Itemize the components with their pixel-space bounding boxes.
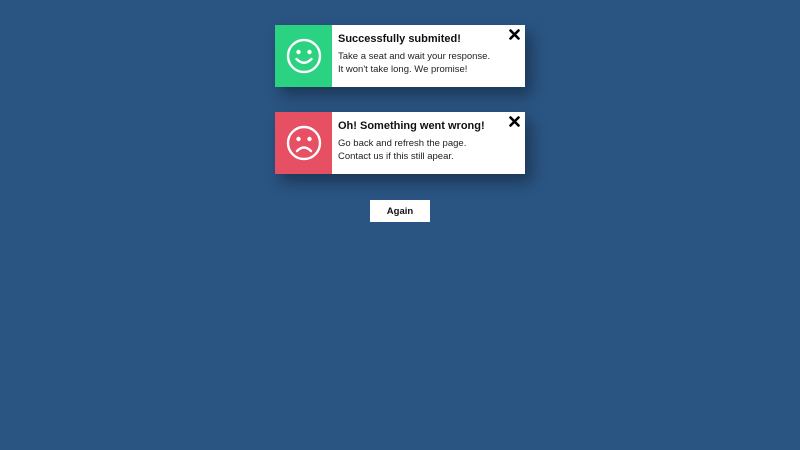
- success-toast-message-line-2: It won't take long. We promise!: [338, 64, 468, 75]
- success-toast-close-button[interactable]: [507, 27, 521, 41]
- success-toast: Successfully submited! Take a seat and w…: [275, 25, 525, 87]
- error-toast: Oh! Something went wrong! Go back and re…: [275, 112, 525, 174]
- success-toast-title: Successfully submited!: [338, 33, 461, 45]
- error-toast-message-line-2: Contact us if this still apear.: [338, 151, 454, 162]
- smiley-face-icon: [286, 38, 321, 74]
- error-toast-close-button[interactable]: [507, 114, 521, 128]
- sad-face-icon: [286, 125, 321, 161]
- success-toast-icon-panel: [275, 25, 332, 87]
- success-toast-body: Successfully submited! Take a seat and w…: [332, 25, 525, 87]
- error-toast-title: Oh! Something went wrong!: [338, 120, 485, 132]
- again-button[interactable]: Again: [370, 200, 430, 222]
- close-x-icon: [508, 115, 520, 127]
- error-toast-body: Oh! Something went wrong! Go back and re…: [332, 112, 525, 174]
- error-toast-message-line-1: Go back and refresh the page.: [338, 138, 467, 149]
- page: Successfully submited! Take a seat and w…: [0, 0, 800, 450]
- error-toast-icon-panel: [275, 112, 332, 174]
- success-toast-message-line-1: Take a seat and wait your response.: [338, 51, 491, 62]
- close-x-icon: [508, 28, 520, 40]
